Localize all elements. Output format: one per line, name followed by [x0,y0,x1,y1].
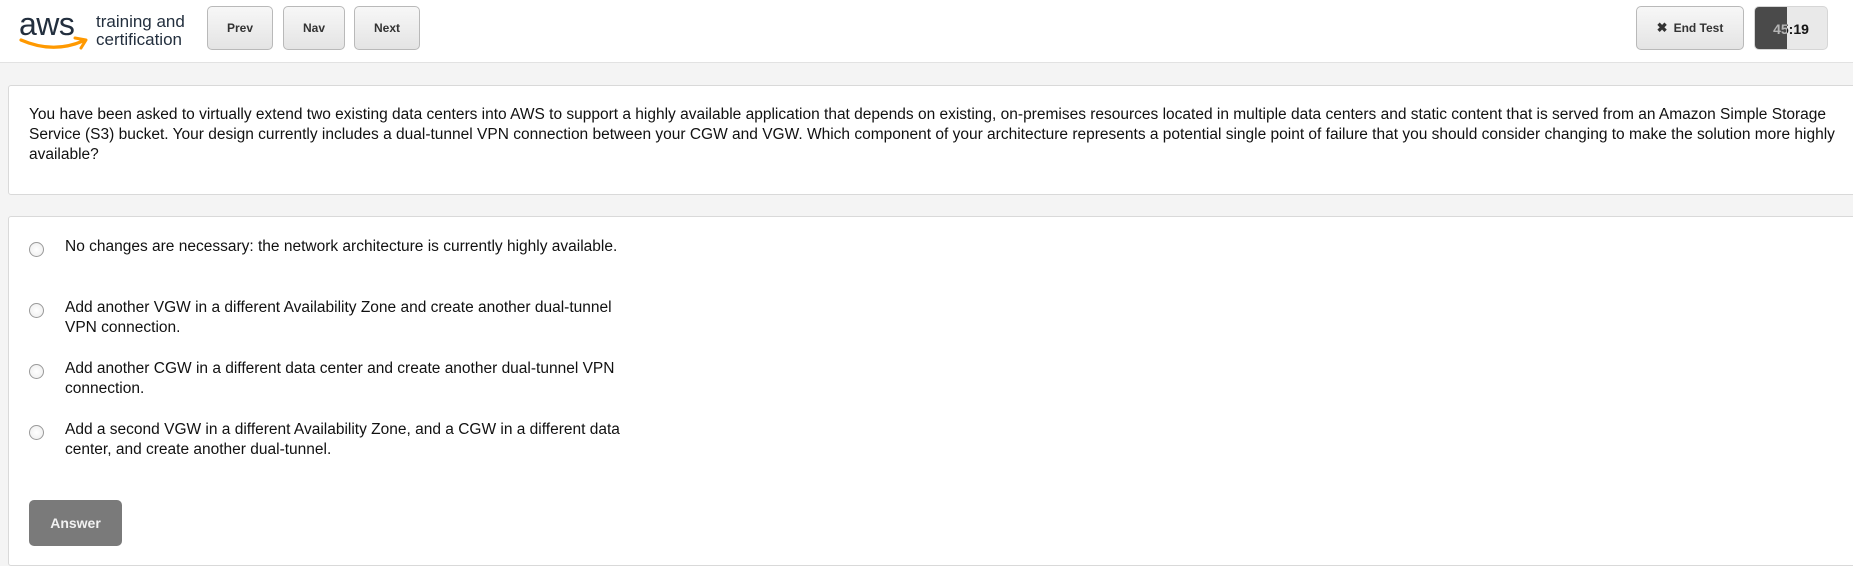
answer-option-label: Add a second VGW in a different Availabi… [65,421,620,458]
logo-tagline: training and certification [96,13,185,49]
countdown-timer: 45:19 [1754,6,1828,50]
question-panel: You have been asked to virtually extend … [8,85,1853,195]
end-test-button[interactable]: ✖ End Test [1636,6,1744,50]
answers-panel: No changes are necessary: the network ar… [8,216,1853,566]
timer-value: 45:19 [1773,21,1809,37]
answer-button[interactable]: Answer [29,500,122,546]
nav-button[interactable]: Nav [283,6,345,50]
radio-button[interactable] [29,425,44,440]
question-text: You have been asked to virtually extend … [29,106,1835,163]
next-button[interactable]: Next [354,6,420,50]
radio-button[interactable] [29,242,44,257]
logo-tagline-line2: certification [96,30,182,49]
close-icon: ✖ [1656,20,1668,35]
answer-option-label: Add another CGW in a different data cent… [65,360,615,397]
answer-option-label: Add another VGW in a different Availabil… [65,299,612,336]
aws-training-logo: aws training and certification [19,6,194,54]
answer-option-label: No changes are necessary: the network ar… [65,238,618,255]
end-test-label: End Test [1673,21,1724,35]
radio-button[interactable] [29,303,44,318]
smile-arrow-icon [19,36,88,50]
radio-button[interactable] [29,364,44,379]
logo-tagline-line1: training and [96,12,185,31]
top-bar: aws training and certification Prev Nav … [0,0,1853,63]
prev-button[interactable]: Prev [207,6,273,50]
